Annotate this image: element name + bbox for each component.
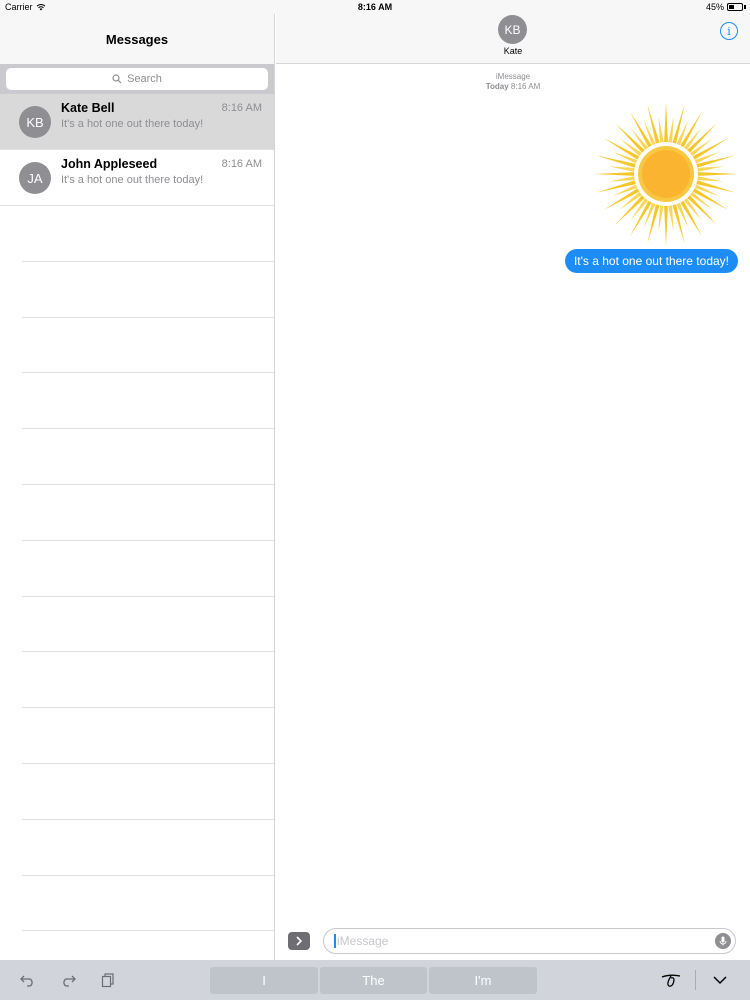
sun-ray [697, 166, 724, 172]
sun-ray [697, 176, 724, 182]
battery-icon [727, 3, 743, 11]
sidebar-header: Messages [0, 14, 274, 64]
sun-ray [687, 123, 717, 153]
sun-ray [696, 155, 736, 168]
conversation-list-pane: Messages Search KB Kate Bell 8:16 AM It'… [0, 14, 275, 960]
microphone-icon[interactable] [715, 933, 731, 949]
sun-ray [647, 204, 660, 244]
keyboard-shortcut-bar: I The I'm [0, 960, 750, 1000]
sun-ray [615, 195, 645, 225]
conversation-row-john-appleseed[interactable]: JA John Appleseed 8:16 AM It's a hot one… [0, 150, 274, 206]
conversation-name: John Appleseed [61, 157, 158, 171]
sun-sticker[interactable] [592, 100, 740, 248]
contact-avatar[interactable]: KB [498, 15, 527, 44]
sidebar-title: Messages [105, 31, 169, 47]
divider [695, 970, 696, 990]
conversation-time: 8:16 AM [221, 158, 262, 170]
chevron-right-icon [296, 936, 303, 946]
sun-ray [596, 155, 636, 168]
service-label: iMessage [495, 72, 531, 81]
empty-list-row [22, 764, 274, 820]
conversation-preview: It's a hot one out there today! [61, 118, 204, 130]
composer-bar: iMessage [276, 926, 750, 960]
search-placeholder: Search [127, 73, 162, 85]
empty-list-row [22, 429, 274, 485]
empty-list-row [22, 652, 274, 709]
suggestion-3[interactable]: I'm [429, 967, 537, 994]
clock: 8:16 AM [357, 2, 393, 12]
sun-ray [647, 104, 660, 144]
chat-header: KB Kate i [276, 14, 750, 64]
avatar: JA [19, 162, 51, 194]
sun-ray [608, 176, 635, 182]
message-placeholder: iMessage [337, 934, 389, 948]
sun-ray [672, 204, 685, 244]
redo-icon[interactable] [59, 971, 77, 989]
sun-ray [594, 172, 635, 176]
sun-ray [668, 205, 674, 232]
sun-ray [696, 180, 736, 193]
sun-ray [658, 116, 664, 143]
paste-icon[interactable] [99, 971, 117, 989]
search-bar: Search [0, 64, 274, 94]
empty-list-row [22, 262, 274, 318]
sun-ray [608, 166, 635, 172]
search-icon [112, 74, 122, 84]
empty-list-row [22, 318, 274, 374]
sun-ray [687, 195, 717, 225]
suggestion-1[interactable]: I [210, 967, 318, 994]
conversation-name: Kate Bell [61, 101, 115, 115]
sun-ray [697, 172, 738, 176]
avatar: KB [19, 106, 51, 138]
empty-list-row [22, 820, 274, 876]
empty-list-row [22, 206, 274, 262]
search-input[interactable]: Search [6, 68, 268, 90]
handwriting-icon[interactable] [660, 971, 682, 989]
contact-name[interactable]: Kate [276, 46, 750, 56]
timestamp-time: 8:16 AM [510, 82, 541, 91]
battery-percent: 45% [705, 2, 724, 12]
conversation-preview: It's a hot one out there today! [61, 174, 204, 186]
empty-list-row [22, 876, 274, 932]
empty-list-row [22, 485, 274, 541]
conversation-row-kate-bell[interactable]: KB Kate Bell 8:16 AM It's a hot one out … [0, 94, 274, 150]
empty-list-row [22, 541, 274, 597]
expand-apps-button[interactable] [288, 932, 310, 950]
battery-indicator: 45% [706, 2, 746, 12]
sun-ray [615, 123, 645, 153]
timestamp-day: Today [485, 82, 509, 91]
chat-pane: KB Kate i iMessage Today 8:16 AM It's a … [276, 14, 750, 960]
conversation-time: 8:16 AM [221, 102, 262, 114]
sun-ray [596, 180, 636, 193]
empty-list-row [22, 373, 274, 430]
sun-ray [664, 205, 668, 246]
status-bar: Carrier 8:16 AM 45% [0, 0, 750, 14]
message-bubble[interactable]: It's a hot one out there today! [564, 249, 738, 273]
sun-ray [668, 116, 674, 143]
empty-list-row [22, 708, 274, 764]
sun-ray [658, 205, 664, 232]
message-input[interactable]: iMessage [323, 928, 736, 954]
sun-ray [664, 102, 668, 143]
text-caret [334, 934, 336, 948]
suggestion-2[interactable]: The [320, 967, 427, 994]
info-icon[interactable]: i [720, 22, 738, 40]
sun-ray [672, 104, 685, 144]
empty-list-row [22, 597, 274, 653]
dismiss-keyboard-icon[interactable] [711, 971, 729, 989]
undo-icon[interactable] [19, 971, 37, 989]
message-meta: iMessage Today 8:16 AM [276, 72, 750, 92]
